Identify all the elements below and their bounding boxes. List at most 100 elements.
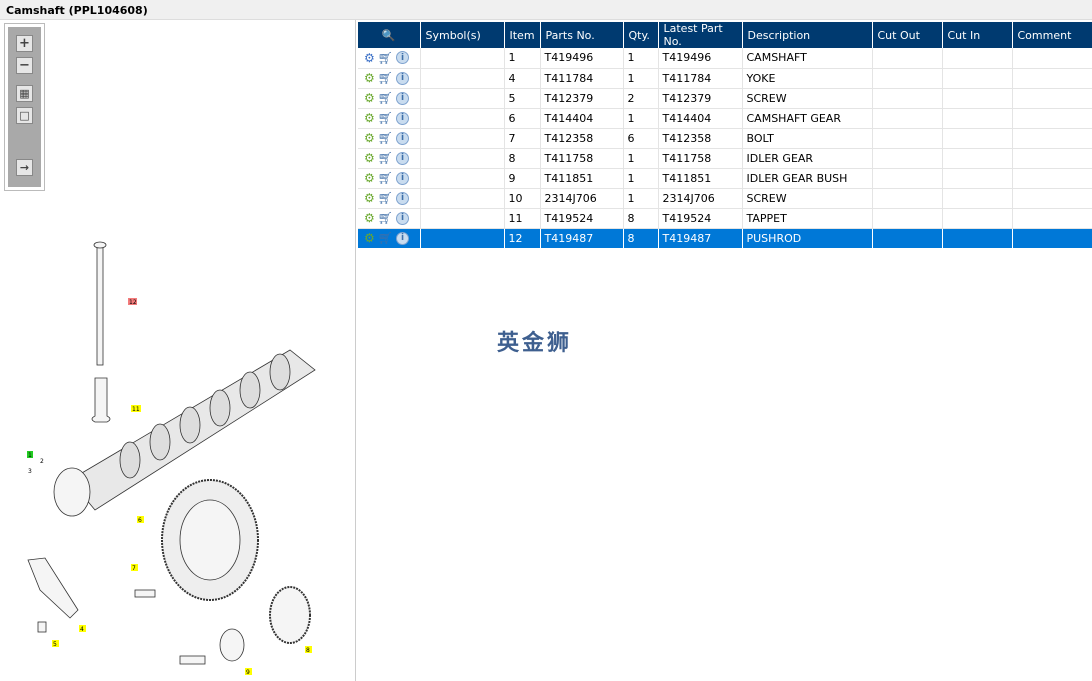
latest-part-no-cell: T411758 — [658, 148, 743, 169]
table-row[interactable]: ⚙ 🛒︎ i 9 T411851 1 T411851 IDLER GEAR BU… — [358, 168, 1092, 189]
table-row[interactable]: ⚙ 🛒︎ i 1 T419496 1 T419496 CAMSHAFT — [358, 48, 1092, 69]
exploded-parts-diagram[interactable]: 12 11 1 2 3 6 7 5 4 9 10 8 — [0, 220, 356, 681]
col-symbols[interactable]: Symbol(s) — [420, 22, 505, 48]
info-icon[interactable]: i — [396, 171, 409, 185]
info-icon[interactable]: i — [396, 231, 409, 245]
add-to-cart-icon[interactable]: 🛒︎ — [378, 71, 393, 85]
table-row[interactable]: ⚙ 🛒︎ i 12 T419487 8 T419487 PUSHROD — [358, 228, 1092, 249]
export-button[interactable]: → — [16, 159, 33, 176]
item-cell: 9 — [504, 168, 541, 189]
cut-out-cell — [872, 108, 943, 129]
cut-in-cell — [942, 148, 1013, 169]
gear-icon[interactable]: ⚙ — [364, 111, 375, 125]
col-latest-part-no[interactable]: Latest Part No. — [658, 22, 743, 48]
symbols-cell — [420, 228, 505, 249]
cut-out-cell — [872, 168, 943, 189]
cut-out-cell — [872, 48, 943, 69]
col-cut-out[interactable]: Cut Out — [872, 22, 943, 48]
latest-part-no-cell: T419487 — [658, 228, 743, 249]
yoke-part — [27, 557, 79, 619]
qty-cell: 1 — [623, 188, 659, 209]
info-icon[interactable]: i — [396, 111, 409, 125]
table-row[interactable]: ⚙ 🛒︎ i 7 T412358 6 T412358 BOLT — [358, 128, 1092, 149]
callout-4[interactable]: 4 — [80, 626, 84, 633]
add-to-cart-icon[interactable]: 🛒︎ — [378, 91, 393, 105]
cut-out-cell — [872, 128, 943, 149]
gear-icon[interactable]: ⚙ — [364, 151, 375, 165]
callout-11[interactable]: 11 — [132, 406, 140, 413]
add-to-cart-icon[interactable]: 🛒︎ — [378, 191, 393, 205]
add-to-cart-icon[interactable]: 🛒︎ — [378, 211, 393, 225]
description-cell: IDLER GEAR — [742, 148, 873, 169]
part-no-cell: T411784 — [540, 68, 624, 89]
cut-out-cell — [872, 68, 943, 89]
callout-5[interactable]: 5 — [53, 641, 57, 648]
col-parts-no[interactable]: Parts No. — [540, 22, 624, 48]
comment-cell — [1012, 128, 1092, 149]
callout-12[interactable]: 12 — [129, 299, 137, 306]
description-cell: CAMSHAFT — [742, 48, 873, 69]
row-actions: ⚙ 🛒︎ i — [358, 188, 421, 209]
table-row[interactable]: ⚙ 🛒︎ i 5 T412379 2 T412379 SCREW — [358, 88, 1092, 109]
table-row[interactable]: ⚙ 🛒︎ i 6 T414404 1 T414404 CAMSHAFT GEAR — [358, 108, 1092, 129]
latest-part-no-cell: T412358 — [658, 128, 743, 149]
zoom-out-button[interactable]: − — [16, 57, 33, 74]
latest-part-no-cell: T414404 — [658, 108, 743, 129]
gear-icon[interactable]: ⚙ — [364, 231, 375, 245]
table-row[interactable]: ⚙ 🛒︎ i 11 T419524 8 T419524 TAPPET — [358, 208, 1092, 229]
gear-icon[interactable]: ⚙ — [364, 191, 375, 205]
gear-icon[interactable]: ⚙ — [364, 91, 375, 105]
add-to-cart-icon[interactable]: 🛒︎ — [378, 231, 393, 245]
info-icon[interactable]: i — [396, 211, 409, 225]
part-no-cell: T419487 — [540, 228, 624, 249]
item-cell: 6 — [504, 108, 541, 129]
table-row[interactable]: ⚙ 🛒︎ i 10 2314J706 1 2314J706 SCREW — [358, 188, 1092, 209]
row-actions: ⚙ 🛒︎ i — [358, 128, 421, 149]
col-item[interactable]: Item — [504, 22, 541, 48]
add-to-cart-icon[interactable]: 🛒︎ — [378, 51, 393, 65]
add-to-cart-icon[interactable]: 🛒︎ — [378, 171, 393, 185]
table-row[interactable]: ⚙ 🛒︎ i 8 T411758 1 T411758 IDLER GEAR — [358, 148, 1092, 169]
gear-icon[interactable]: ⚙ — [364, 171, 375, 185]
assembly-gears-icon[interactable]: ⚙ — [364, 51, 375, 65]
parts-list-panel: 🔍 Symbol(s) Item Parts No. Qty. Latest P… — [358, 22, 1092, 249]
fit-to-window-button[interactable]: ▦ — [16, 85, 33, 102]
zoom-in-button[interactable]: + — [16, 35, 33, 52]
callout-9[interactable]: 9 — [246, 669, 250, 676]
comment-cell — [1012, 88, 1092, 109]
add-to-cart-icon[interactable]: 🛒︎ — [378, 111, 393, 125]
gear-icon[interactable]: ⚙ — [364, 211, 375, 225]
info-icon[interactable]: i — [396, 151, 409, 165]
callout-1[interactable]: 1 — [28, 452, 32, 459]
cut-in-cell — [942, 48, 1013, 69]
table-row[interactable]: ⚙ 🛒︎ i 4 T411784 1 T411784 YOKE — [358, 68, 1092, 89]
row-actions: ⚙ 🛒︎ i — [358, 168, 421, 189]
col-comment[interactable]: Comment — [1012, 22, 1092, 48]
column-search-icon[interactable]: 🔍 — [358, 22, 421, 48]
info-icon[interactable]: i — [396, 51, 409, 65]
symbols-cell — [420, 168, 505, 189]
part-no-cell: T414404 — [540, 108, 624, 129]
qty-cell: 1 — [623, 48, 659, 69]
info-icon[interactable]: i — [396, 71, 409, 85]
col-qty[interactable]: Qty. — [623, 22, 659, 48]
zoom-box-button[interactable]: □ — [16, 107, 33, 124]
qty-cell: 2 — [623, 88, 659, 109]
qty-cell: 8 — [623, 208, 659, 229]
gear-icon[interactable]: ⚙ — [364, 131, 375, 145]
info-icon[interactable]: i — [396, 131, 409, 145]
gear-icon[interactable]: ⚙ — [364, 71, 375, 85]
add-to-cart-icon[interactable]: 🛒︎ — [378, 151, 393, 165]
add-to-cart-icon[interactable]: 🛒︎ — [378, 131, 393, 145]
info-icon[interactable]: i — [396, 191, 409, 205]
diagram-panel[interactable]: + − ▦ □ → 12 11 1 2 3 6 7 5 4 9 10 8 — [0, 20, 356, 681]
info-icon[interactable]: i — [396, 91, 409, 105]
part-no-cell: T419496 — [540, 48, 624, 69]
window-title: Camshaft (PPL104608) — [0, 0, 1092, 20]
callout-7[interactable]: 7 — [132, 565, 136, 572]
col-cut-in[interactable]: Cut In — [942, 22, 1013, 48]
col-description[interactable]: Description — [742, 22, 873, 48]
screw-part — [179, 655, 206, 665]
callout-8[interactable]: 8 — [306, 647, 310, 654]
callout-6[interactable]: 6 — [138, 517, 142, 524]
